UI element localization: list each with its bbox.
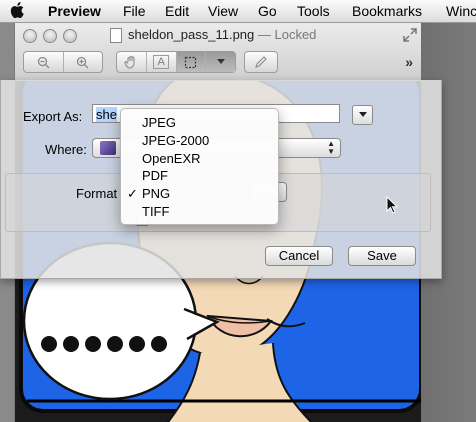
select-tool-menu[interactable] [206, 52, 235, 72]
menu-edit[interactable]: Edit [165, 3, 189, 19]
text-tool-button[interactable]: A [147, 52, 177, 72]
format-menu: JPEG JPEG-2000 OpenEXR PDF ✓ PNG TIFF [120, 108, 279, 225]
menu-window[interactable]: Winc [446, 3, 476, 19]
checkmark-icon: ✓ [127, 186, 138, 202]
menu-tools[interactable]: Tools [297, 3, 330, 19]
minimize-button[interactable] [43, 29, 57, 43]
apple-icon[interactable] [10, 1, 26, 19]
menu-view[interactable]: View [208, 3, 238, 19]
annotate-icon [255, 56, 267, 68]
zoom-out-icon [37, 56, 50, 68]
chevron-down-icon [216, 59, 225, 64]
annotate-button[interactable] [244, 51, 278, 73]
format-option-png[interactable]: ✓ PNG [121, 185, 278, 203]
export-as-label: Export As: [23, 109, 83, 124]
expand-sheet-button[interactable] [352, 105, 373, 125]
text-icon: A [153, 55, 169, 69]
zoom-in-icon [77, 56, 89, 68]
where-label: Where: [45, 142, 87, 157]
format-option-label: PDF [142, 168, 168, 184]
document-icon[interactable] [110, 28, 122, 43]
window-filename: sheldon_pass_11.png [128, 27, 255, 42]
chevron-down-icon [358, 112, 367, 117]
popup-arrows-icon: ▲ ▼ [327, 139, 335, 156]
format-option-label: JPEG-2000 [142, 132, 210, 148]
cancel-button[interactable]: Cancel [265, 246, 333, 266]
menu-app-name[interactable]: Preview [48, 3, 101, 19]
cursor-icon [386, 196, 398, 214]
save-button[interactable]: Save [348, 246, 416, 266]
format-option-label: PNG [142, 186, 171, 202]
format-option-label: OpenEXR [142, 150, 201, 166]
zoom-control [23, 51, 103, 73]
hand-tool-button[interactable] [117, 52, 147, 72]
zoom-in-button[interactable] [64, 52, 103, 72]
title-bar: sheldon_pass_11.png — Locked A » [15, 22, 421, 81]
hand-icon [124, 55, 135, 69]
zoom-button[interactable] [63, 29, 77, 43]
format-option-jpeg-2000[interactable]: JPEG-2000 [121, 132, 278, 150]
format-label: Format [76, 186, 118, 201]
toolbar-overflow-button[interactable]: » [405, 54, 413, 70]
menu-file[interactable]: File [123, 3, 146, 19]
fullscreen-icon[interactable] [403, 28, 417, 42]
format-option-jpeg[interactable]: JPEG [121, 114, 278, 132]
window-title: sheldon_pass_11.png — Locked [128, 27, 316, 42]
menu-bar: Preview File Edit View Go Tools Bookmark… [0, 0, 476, 23]
select-tool-button[interactable] [176, 52, 207, 72]
format-option-label: JPEG [142, 115, 176, 130]
menu-bookmarks[interactable]: Bookmarks [352, 3, 422, 19]
zoom-out-button[interactable] [24, 52, 64, 72]
close-button[interactable] [23, 29, 37, 43]
format-option-label: TIFF [142, 203, 170, 219]
select-icon [185, 56, 197, 68]
tool-selector: A [116, 51, 236, 73]
window-status: — Locked [254, 27, 317, 42]
folder-icon [100, 141, 116, 155]
menu-go[interactable]: Go [258, 3, 277, 19]
format-option-openexr[interactable]: OpenEXR [121, 150, 278, 168]
format-option-pdf[interactable]: PDF [121, 167, 278, 185]
export-as-value: she [96, 107, 117, 122]
format-option-tiff[interactable]: TIFF [121, 203, 278, 221]
